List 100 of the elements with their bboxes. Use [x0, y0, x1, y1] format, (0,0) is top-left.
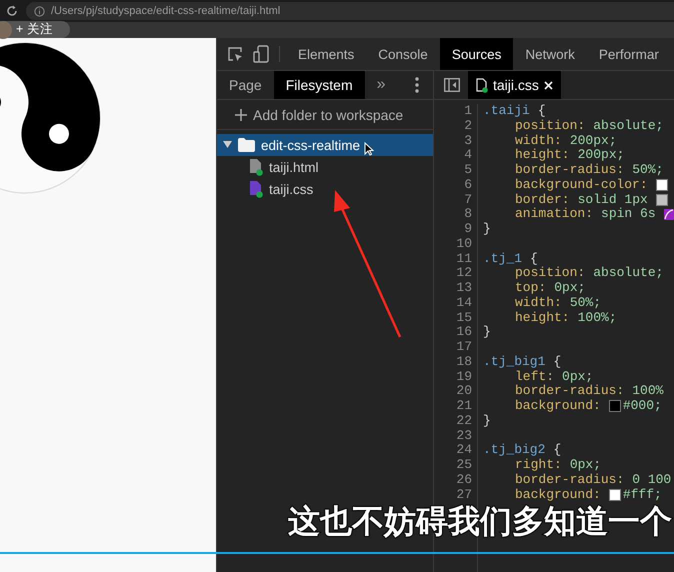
code-brace: { [553, 443, 562, 458]
plus-icon [235, 108, 247, 120]
line-number: 24 [456, 442, 472, 458]
line-number: 8 [464, 206, 472, 222]
color-swatch[interactable] [608, 400, 621, 412]
css-value: 0px; [570, 458, 602, 473]
css-property: right: [515, 458, 562, 473]
line-number: 27 [456, 486, 472, 502]
file-name: taiji.html [269, 160, 319, 174]
code-brace: } [483, 222, 491, 237]
css-property: border-radius: [515, 384, 624, 399]
color-swatch[interactable] [656, 194, 668, 206]
navigator-tab[interactable]: Page [217, 71, 274, 99]
add-folder-button[interactable]: Add folder to workspace [217, 100, 433, 130]
devtools-tab[interactable]: Sources [440, 38, 514, 70]
file-icon [476, 78, 488, 92]
css-property: top: [515, 281, 546, 296]
devtools-tab[interactable]: Console [366, 38, 440, 70]
css-property: border: [515, 192, 570, 208]
css-value: absolute; [593, 266, 664, 281]
sidebar-toggle-icon[interactable] [444, 78, 460, 92]
devtools-tab[interactable]: Performar [586, 38, 671, 70]
css-value: 200px; [570, 134, 617, 148]
css-property: border-radius: [515, 163, 624, 178]
info-icon[interactable] [34, 6, 45, 16]
css-value: #000; [622, 399, 662, 414]
url-text: /Users/pj/studyspace/edit-css-realtime/taiji.html [51, 5, 280, 17]
code-brace: { [538, 104, 546, 119]
css-property: position: [515, 266, 586, 281]
css-selector: .taiji [483, 104, 530, 119]
css-value: 0 100 [632, 472, 672, 488]
devtools-tab[interactable]: Network [513, 38, 587, 70]
code-brace: { [553, 354, 562, 370]
line-number: 10 [456, 236, 472, 251]
css-value: 0px; [554, 281, 586, 296]
devtools-tab[interactable]: Elements [286, 38, 366, 70]
code-brace: { [530, 252, 538, 266]
css-value: 100% [632, 384, 664, 399]
css-property: background-color: [515, 178, 648, 192]
file-item[interactable]: taiji.css [217, 178, 433, 200]
css-property: animation: [515, 207, 594, 222]
css-property: left: [515, 370, 554, 384]
file-tab[interactable]: taiji.css [468, 71, 561, 99]
css-value: 100%; [578, 310, 617, 326]
video-subtitle: 这也不妨碍我们多知道一个 [288, 501, 672, 542]
line-number: 3 [464, 132, 472, 148]
css-property: position: [515, 118, 586, 134]
color-swatch[interactable] [656, 179, 668, 192]
line-number: 5 [464, 162, 472, 177]
more-options-icon[interactable] [415, 77, 419, 93]
reload-icon[interactable] [6, 5, 18, 17]
expand-triangle-icon[interactable] [223, 141, 232, 149]
line-number: 14 [456, 294, 472, 310]
line-number: 9 [464, 221, 472, 236]
line-number: 19 [456, 368, 472, 384]
mouse-cursor-icon [364, 142, 374, 156]
css-value: solid 1px [578, 192, 648, 208]
device-toolbar-icon[interactable] [253, 45, 269, 63]
line-number: 4 [464, 147, 472, 162]
css-value: 200px; [578, 148, 624, 163]
css-value: 50%; [632, 163, 664, 178]
inspect-icon[interactable] [227, 46, 243, 62]
address-bar[interactable]: /Users/pj/studyspace/edit-css-realtime/taiji.html [26, 2, 674, 20]
code-brace: } [483, 414, 491, 428]
line-number: 17 [456, 339, 472, 354]
folder-item[interactable]: edit-css-realtime [217, 134, 433, 156]
line-number: 13 [456, 280, 472, 295]
line-number: 22 [456, 412, 472, 428]
css-value: 50%; [570, 296, 602, 310]
line-number: 23 [456, 428, 472, 442]
easing-curve-icon[interactable] [664, 209, 674, 220]
line-number: 11 [456, 250, 472, 266]
css-property: width: [515, 296, 562, 310]
css-property: width: [515, 134, 562, 148]
css-property: background: [515, 488, 601, 502]
color-swatch[interactable] [608, 488, 621, 501]
css-value: #fff; [622, 488, 662, 502]
css-value: 0px; [562, 370, 594, 384]
line-number: 18 [456, 354, 472, 369]
line-number: 26 [456, 472, 472, 487]
line-number: 15 [456, 310, 472, 324]
navigator-tab[interactable]: Filesystem [274, 71, 365, 99]
line-number: 21 [456, 398, 472, 413]
line-number: 2 [464, 118, 472, 133]
css-property: height: [515, 310, 570, 326]
css-value: absolute; [593, 118, 664, 134]
code-brace: } [483, 325, 491, 340]
css-property: height: [515, 148, 570, 163]
css-property: background: [515, 399, 601, 414]
file-item[interactable]: taiji.html [217, 156, 433, 178]
css-value: spin 6s [601, 207, 656, 222]
line-number: 16 [456, 324, 472, 340]
line-number: 1 [464, 103, 472, 118]
follow-button[interactable]: + 关注 [0, 21, 70, 38]
more-tabs-button[interactable]: » [364, 71, 398, 99]
line-number: 6 [464, 176, 472, 192]
line-number: 20 [456, 383, 472, 398]
file-name: taiji.css [269, 182, 314, 196]
close-icon[interactable] [544, 80, 553, 90]
folder-name: edit-css-realtime [261, 138, 360, 152]
